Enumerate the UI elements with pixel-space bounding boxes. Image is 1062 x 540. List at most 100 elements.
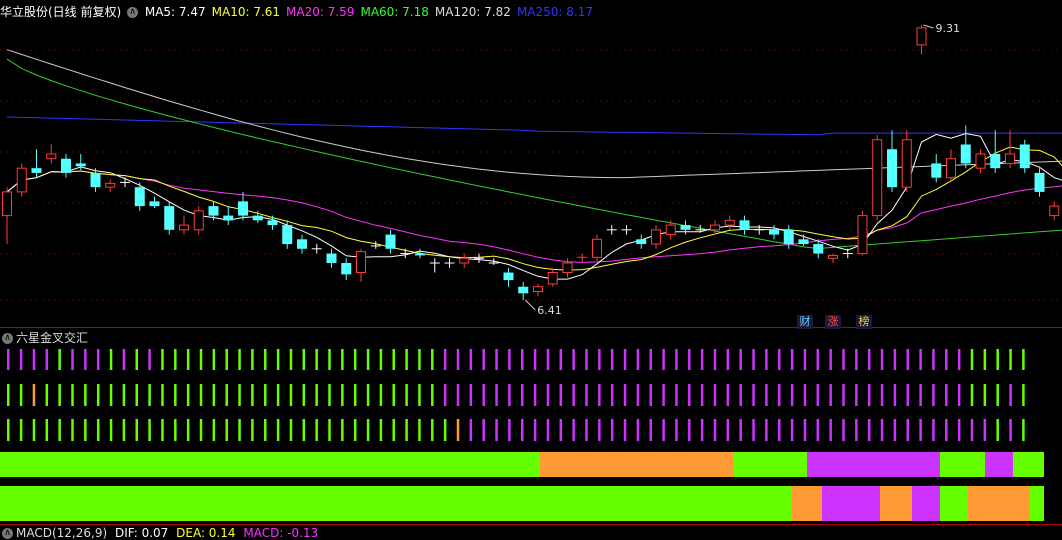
signal-bar [559, 349, 563, 370]
signal-bar [456, 384, 460, 406]
signal-bar [867, 419, 871, 441]
signal-bar [353, 419, 357, 441]
signal-bar [713, 419, 717, 441]
signal-bar [636, 384, 640, 406]
signal-bar [174, 384, 177, 406]
signal-bar [58, 384, 61, 406]
signal-bar [752, 384, 755, 406]
signal-bar [469, 349, 473, 370]
signal-bar [341, 419, 344, 441]
signal-bar [983, 384, 987, 406]
signal-bar [842, 384, 845, 406]
signal-bar [238, 419, 241, 441]
signal-bar [1009, 419, 1012, 441]
signal-bar [649, 349, 652, 370]
badge-finance[interactable]: 财 [797, 315, 813, 329]
signal-bar [1022, 384, 1025, 406]
signal-bar [829, 384, 832, 406]
signal-bar [456, 419, 460, 441]
signal-bar [700, 384, 704, 406]
candle-body [415, 253, 425, 256]
signal-bar [957, 384, 961, 406]
signal-bar [456, 349, 460, 370]
signal-bar [174, 349, 177, 370]
signal-bar [109, 384, 113, 406]
signal-bar [585, 349, 588, 370]
signal-bar [726, 384, 730, 406]
candle-body [872, 139, 883, 217]
signal-band-segment [912, 486, 940, 521]
signal-bar [341, 384, 344, 406]
signal-bar [855, 349, 858, 370]
signal-bar [418, 419, 421, 441]
signal-bar [932, 384, 935, 406]
signal-bar [816, 349, 820, 370]
candle-body [724, 219, 735, 226]
signal-bar [379, 349, 383, 370]
signal-bar [970, 349, 974, 370]
candle-body [503, 272, 514, 281]
signal-bar [675, 384, 678, 406]
badge-limit-up[interactable]: 涨 [825, 315, 841, 329]
signal-bar [122, 384, 126, 406]
candle-body [592, 238, 602, 258]
signal-bar [533, 384, 537, 406]
signal-bar [276, 349, 280, 370]
candle-body [252, 215, 263, 221]
signal-bar [431, 384, 434, 406]
candle-body [887, 149, 897, 188]
signal-band-segment [940, 486, 968, 521]
signal-bar [379, 384, 383, 406]
signal-bar [765, 419, 768, 441]
signal-bar [71, 349, 74, 370]
signal-bar [790, 384, 794, 406]
signal-bar [32, 349, 36, 370]
signal-bar [765, 349, 768, 370]
signal-bar [623, 419, 627, 441]
signal-bar [148, 419, 151, 441]
signal-bar [1022, 349, 1025, 370]
signal-bar [469, 384, 473, 406]
signal-bar [302, 349, 306, 370]
signal-bar [71, 384, 74, 406]
signal-bar [109, 419, 113, 441]
signal-bar [585, 419, 588, 441]
collapse-icon[interactable]: ∧ [2, 528, 13, 539]
signal-bar [803, 349, 807, 370]
signal-bar [739, 384, 742, 406]
signal-bar [84, 384, 87, 406]
signal-bar [148, 384, 151, 406]
candle-body [1019, 144, 1030, 169]
candle-body [459, 257, 470, 264]
candle-body [297, 239, 307, 249]
signal-bar [778, 349, 781, 370]
signal-bar [32, 384, 36, 406]
signal-bar [649, 419, 652, 441]
candle-body [960, 144, 971, 164]
signal-bar [353, 349, 357, 370]
badge-ranking[interactable]: 榜 [856, 315, 872, 329]
signal-bar [867, 384, 871, 406]
signal-bar [726, 419, 730, 441]
signal-bar [610, 419, 614, 441]
signal-bar [328, 384, 331, 406]
signal-bar [1009, 384, 1012, 406]
signal-bar [418, 384, 421, 406]
signal-bar [186, 419, 190, 441]
indicator-title[interactable]: 六星金叉交汇 [16, 331, 88, 345]
kline-chart[interactable]: 9.31 6.41 [0, 0, 1062, 533]
low-price-label-leader [524, 299, 536, 311]
macd-label[interactable]: MACD(12,26,9) [16, 526, 107, 540]
signal-bar [790, 349, 794, 370]
signal-bar [96, 384, 100, 406]
signal-bar [174, 419, 177, 441]
collapse-icon[interactable]: ∧ [2, 333, 13, 344]
signal-bar [957, 349, 961, 370]
signal-bar [251, 419, 254, 441]
signal-bar [264, 384, 267, 406]
signal-bar [96, 349, 100, 370]
signal-bar [19, 384, 23, 406]
signal-bar [315, 384, 318, 406]
signal-bar [392, 349, 395, 370]
candle-body [90, 172, 101, 188]
